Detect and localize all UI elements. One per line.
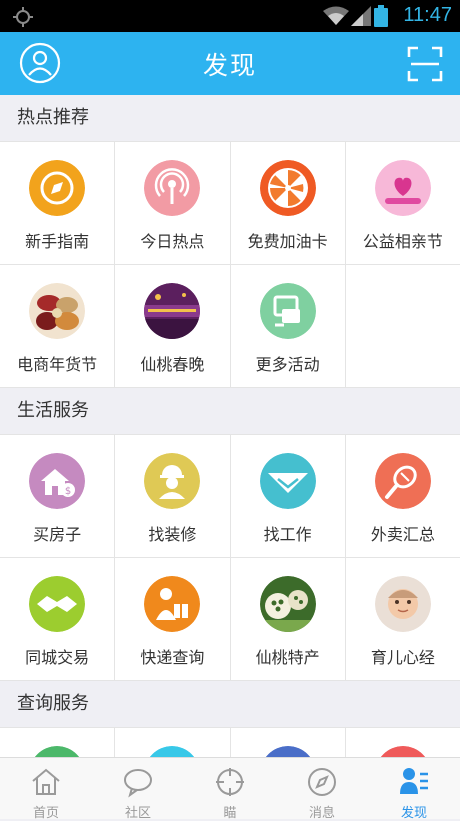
grid-item-buy-house[interactable]: $ 买房子 [0,435,115,557]
gala-photo-icon [144,283,201,339]
grid-item-parenting[interactable]: 育儿心经 [345,558,460,680]
hot-grid: 新手指南 今日热点 免费加油卡 公益相亲节 电商年货节 仙桃春晚 更多活动 [0,141,460,388]
chat-bubble-icon [122,766,154,798]
life-grid: $ 买房子 找装修 找工作 外卖汇总 同城交易 快递查询 仙桃特产 育儿心经 [0,434,460,681]
grid-item-more-activities[interactable]: 更多活动 [230,265,345,387]
compass-tab-icon [306,766,338,798]
discover-content[interactable]: 热点推荐 新手指南 今日热点 免费加油卡 公益相亲节 电商年货节 仙桃春晚 更多… [0,95,460,757]
grid-item-spring-gala[interactable]: 仙桃春晚 [115,265,230,387]
query-icon-1 [29,746,85,757]
courier-icon [144,576,201,632]
section-title-life: 生活服务 [0,388,460,434]
tab-bar: 首页 社区 瞄 消息 发现 [0,757,460,821]
grid-item-label: 仙桃特产 [255,648,320,667]
tab-aim[interactable]: 瞄 [184,758,276,821]
grid-item-label: 更多活动 [255,355,320,374]
tab-discover[interactable]: 发现 [368,758,460,821]
scan-icon[interactable] [407,46,443,82]
grid-item-charity-matchmaking[interactable]: 公益相亲节 [345,142,460,264]
wifi-icon [323,6,349,30]
tab-label: 发现 [400,806,427,821]
compass-icon [29,160,86,216]
grid-item-fuel-card[interactable]: 免费加油卡 [230,142,345,264]
crosshair-icon [214,766,246,798]
grid-item-label: 电商年货节 [17,355,98,374]
query-grid [0,727,460,757]
grid-item-label: 育儿心经 [370,648,435,667]
food-photo-icon [29,283,86,339]
section-title-hot: 热点推荐 [0,95,460,141]
grid-item-label: 同城交易 [25,648,90,667]
query-icon-4 [375,746,431,757]
tab-label: 瞄 [223,806,237,821]
grid-item-express-query[interactable]: 快递查询 [115,558,230,680]
grid-item-label: 快递查询 [140,648,205,667]
grid-item-label: 买房子 [33,525,82,544]
grid-item-renovation[interactable]: 找装修 [115,435,230,557]
grid-item-label: 仙桃春晚 [140,355,205,374]
svg-text:$: $ [65,486,71,497]
tab-messages[interactable]: 消息 [276,758,368,821]
grid-item-label: 外卖汇总 [370,525,435,544]
grid-item-label: 今日热点 [140,232,205,251]
broadcast-icon [144,160,201,216]
query-icon-3 [260,746,316,757]
worker-icon [144,453,201,509]
page-title: 发现 [202,51,257,80]
deal-icon [29,576,86,632]
gps-icon [12,6,34,32]
grid-item-label: 免费加油卡 [247,232,328,251]
status-time: 11:47 [403,4,452,26]
tab-label: 社区 [124,806,151,821]
grid-item-today-hot[interactable]: 今日热点 [115,142,230,264]
tab-label: 消息 [308,806,335,821]
tab-community[interactable]: 社区 [92,758,184,821]
grid-item-query-1[interactable] [0,728,115,757]
discover-icon [398,766,430,798]
grid-item-label: 公益相亲节 [362,232,443,251]
tab-home[interactable]: 首页 [0,758,92,821]
grid-item-query-3[interactable] [230,728,345,757]
grid-item-ecommerce-fest[interactable]: 电商年货节 [0,265,115,387]
tab-label: 首页 [32,806,59,821]
house-icon: $ [29,453,86,509]
more-activity-icon [259,283,316,339]
grid-item-takeout[interactable]: 外卖汇总 [345,435,460,557]
status-bar: 11:47 [0,0,460,32]
grid-item-local-specialty[interactable]: 仙桃特产 [230,558,345,680]
fork-knife-icon [374,453,431,509]
section-title-query: 查询服务 [0,681,460,727]
heart-icon [374,160,431,216]
handshake-icon [259,453,316,509]
header-bar: 发现 [0,32,460,95]
query-icon-2 [144,746,200,757]
baby-photo-icon [374,576,431,632]
orange-slice-icon [259,160,316,216]
grid-item-find-job[interactable]: 找工作 [230,435,345,557]
grid-item-empty [345,265,460,387]
grid-item-query-4[interactable] [345,728,460,757]
grid-item-label: 新手指南 [25,232,90,251]
grid-item-label: 找工作 [263,525,312,544]
battery-icon [374,5,388,31]
grid-item-label: 找装修 [148,525,197,544]
grid-item-local-trade[interactable]: 同城交易 [0,558,115,680]
grid-item-query-2[interactable] [115,728,230,757]
home-icon [30,766,62,798]
grid-item-guide[interactable]: 新手指南 [0,142,115,264]
signal-icon [351,6,371,30]
lotus-root-photo-icon [259,576,316,632]
